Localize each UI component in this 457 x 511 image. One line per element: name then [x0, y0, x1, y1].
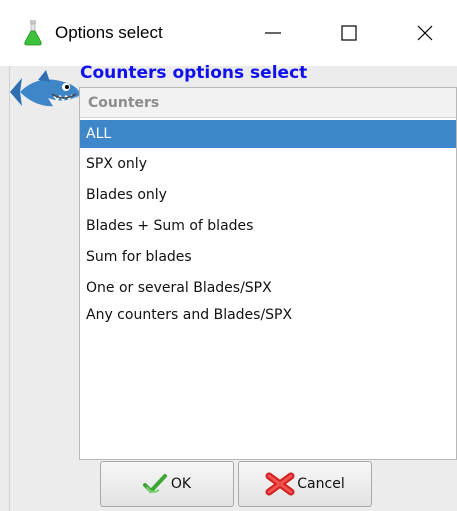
ok-button[interactable]: OK	[100, 461, 234, 507]
close-button[interactable]	[402, 10, 448, 56]
list-item-one-or-several[interactable]: One or several Blades/SPX	[80, 274, 456, 302]
window-title: Options select	[55, 23, 163, 42]
green-check-arrow-icon	[142, 474, 167, 493]
minimize-icon	[265, 32, 281, 34]
list-item-sum-for-blades[interactable]: Sum for blades	[80, 243, 456, 271]
title-bar: Options select	[0, 0, 457, 66]
list-item-any-counters[interactable]: Any counters and Blades/SPX	[80, 301, 456, 329]
list-item-spx-only[interactable]: SPX only	[80, 150, 456, 178]
flask-icon	[24, 20, 42, 46]
maximize-icon	[341, 25, 357, 41]
list-item-blades-only[interactable]: Blades only	[80, 181, 456, 209]
list-item-blades-plus-sum[interactable]: Blades + Sum of blades	[80, 212, 456, 240]
maximize-button[interactable]	[326, 10, 372, 56]
close-icon	[417, 25, 433, 41]
dialog-heading: Counters options select	[80, 63, 308, 83]
red-x-icon	[265, 472, 295, 496]
counters-list: Counters ALL SPX only Blades only Blades…	[79, 87, 457, 460]
shark-icon	[10, 70, 80, 108]
cancel-button[interactable]: Cancel	[238, 461, 372, 507]
minimize-button[interactable]	[250, 10, 296, 56]
ok-label: OK	[170, 476, 192, 492]
left-border	[0, 66, 10, 511]
list-header: Counters	[80, 88, 456, 118]
list-item-all[interactable]: ALL	[80, 120, 456, 148]
cancel-label: Cancel	[297, 476, 345, 492]
